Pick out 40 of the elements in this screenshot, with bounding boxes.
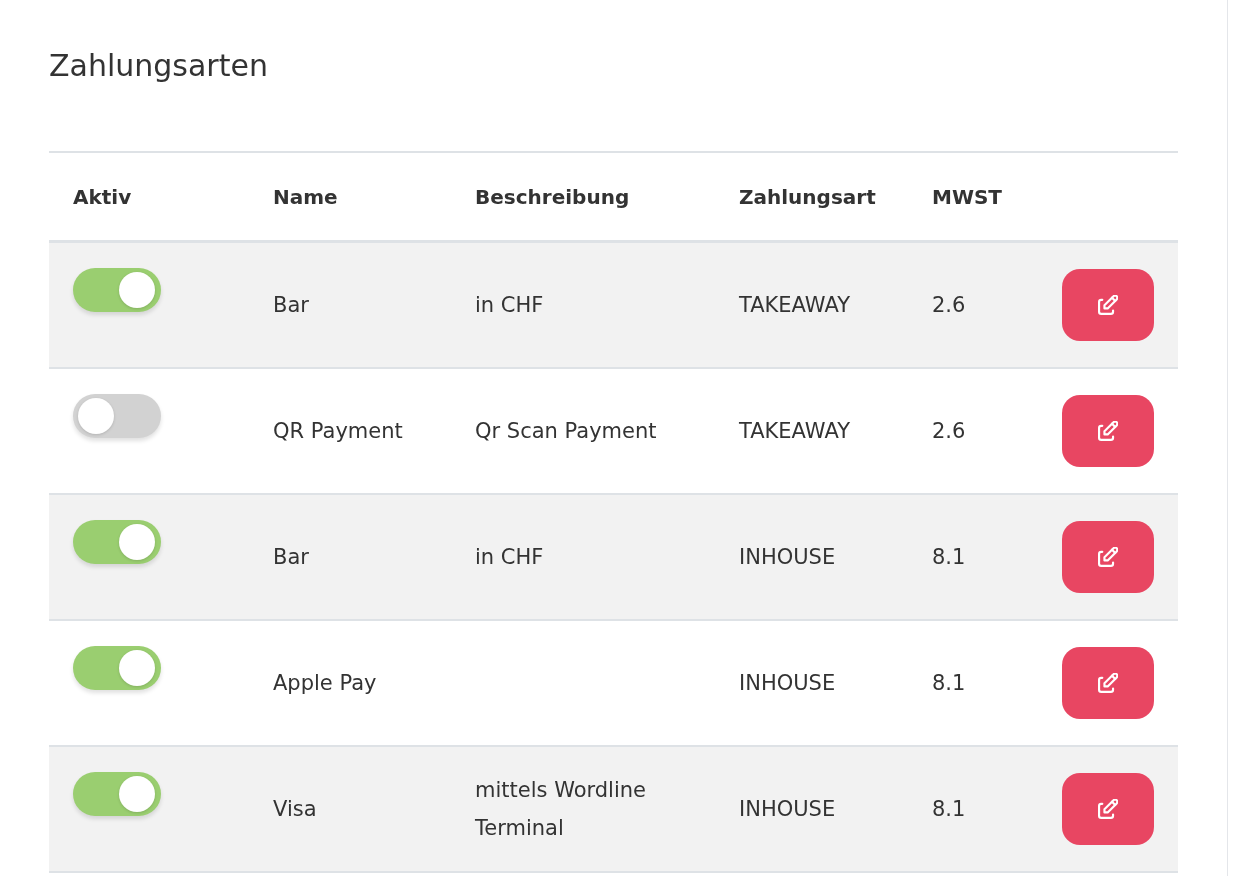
table-cell: in CHF: [475, 293, 544, 317]
table-cell: mittels Wordline Terminal: [475, 778, 646, 840]
pencil-square-icon: [1098, 295, 1118, 315]
table-cell: INHOUSE: [739, 797, 836, 821]
table-cell: TAKEAWAY: [739, 419, 850, 443]
column-header: Name: [273, 184, 338, 209]
column-header: Beschreibung: [475, 184, 630, 209]
table-cell: QR Payment: [273, 419, 403, 443]
toggle-switch[interactable]: [73, 268, 161, 312]
pencil-square-icon: [1098, 421, 1118, 441]
toggle-switch[interactable]: [73, 394, 161, 438]
table-cell: Bar: [273, 293, 309, 317]
column-header: Zahlungsart: [739, 184, 876, 209]
table-cell: INHOUSE: [739, 671, 836, 695]
table-cell: 8.1: [932, 797, 966, 821]
toggle-switch[interactable]: [73, 646, 161, 690]
pencil-square-icon: [1098, 799, 1118, 819]
table-cell: Visa: [273, 797, 317, 821]
edit-button[interactable]: [1062, 773, 1154, 845]
table-cell: Bar: [273, 545, 309, 569]
edit-button[interactable]: [1062, 269, 1154, 341]
table-cell: TAKEAWAY: [739, 293, 850, 317]
column-header: MWST: [932, 184, 1002, 209]
table-cell: in CHF: [475, 545, 544, 569]
pencil-square-icon: [1098, 673, 1118, 693]
edit-button[interactable]: [1062, 395, 1154, 467]
edit-button[interactable]: [1062, 521, 1154, 593]
table-cell: 8.1: [932, 545, 966, 569]
table-cell: 2.6: [932, 419, 966, 443]
pencil-square-icon: [1098, 547, 1118, 567]
table-cell: Apple Pay: [273, 671, 377, 695]
table-cell: 8.1: [932, 671, 966, 695]
column-header: Aktiv: [73, 184, 132, 209]
table-cell: Qr Scan Payment: [475, 419, 657, 443]
edit-button[interactable]: [1062, 647, 1154, 719]
table-cell: 2.6: [932, 293, 966, 317]
toggle-switch[interactable]: [73, 520, 161, 564]
table-cell: INHOUSE: [739, 545, 836, 569]
toggle-switch[interactable]: [73, 772, 161, 816]
page-title: Zahlungsarten: [49, 47, 269, 85]
